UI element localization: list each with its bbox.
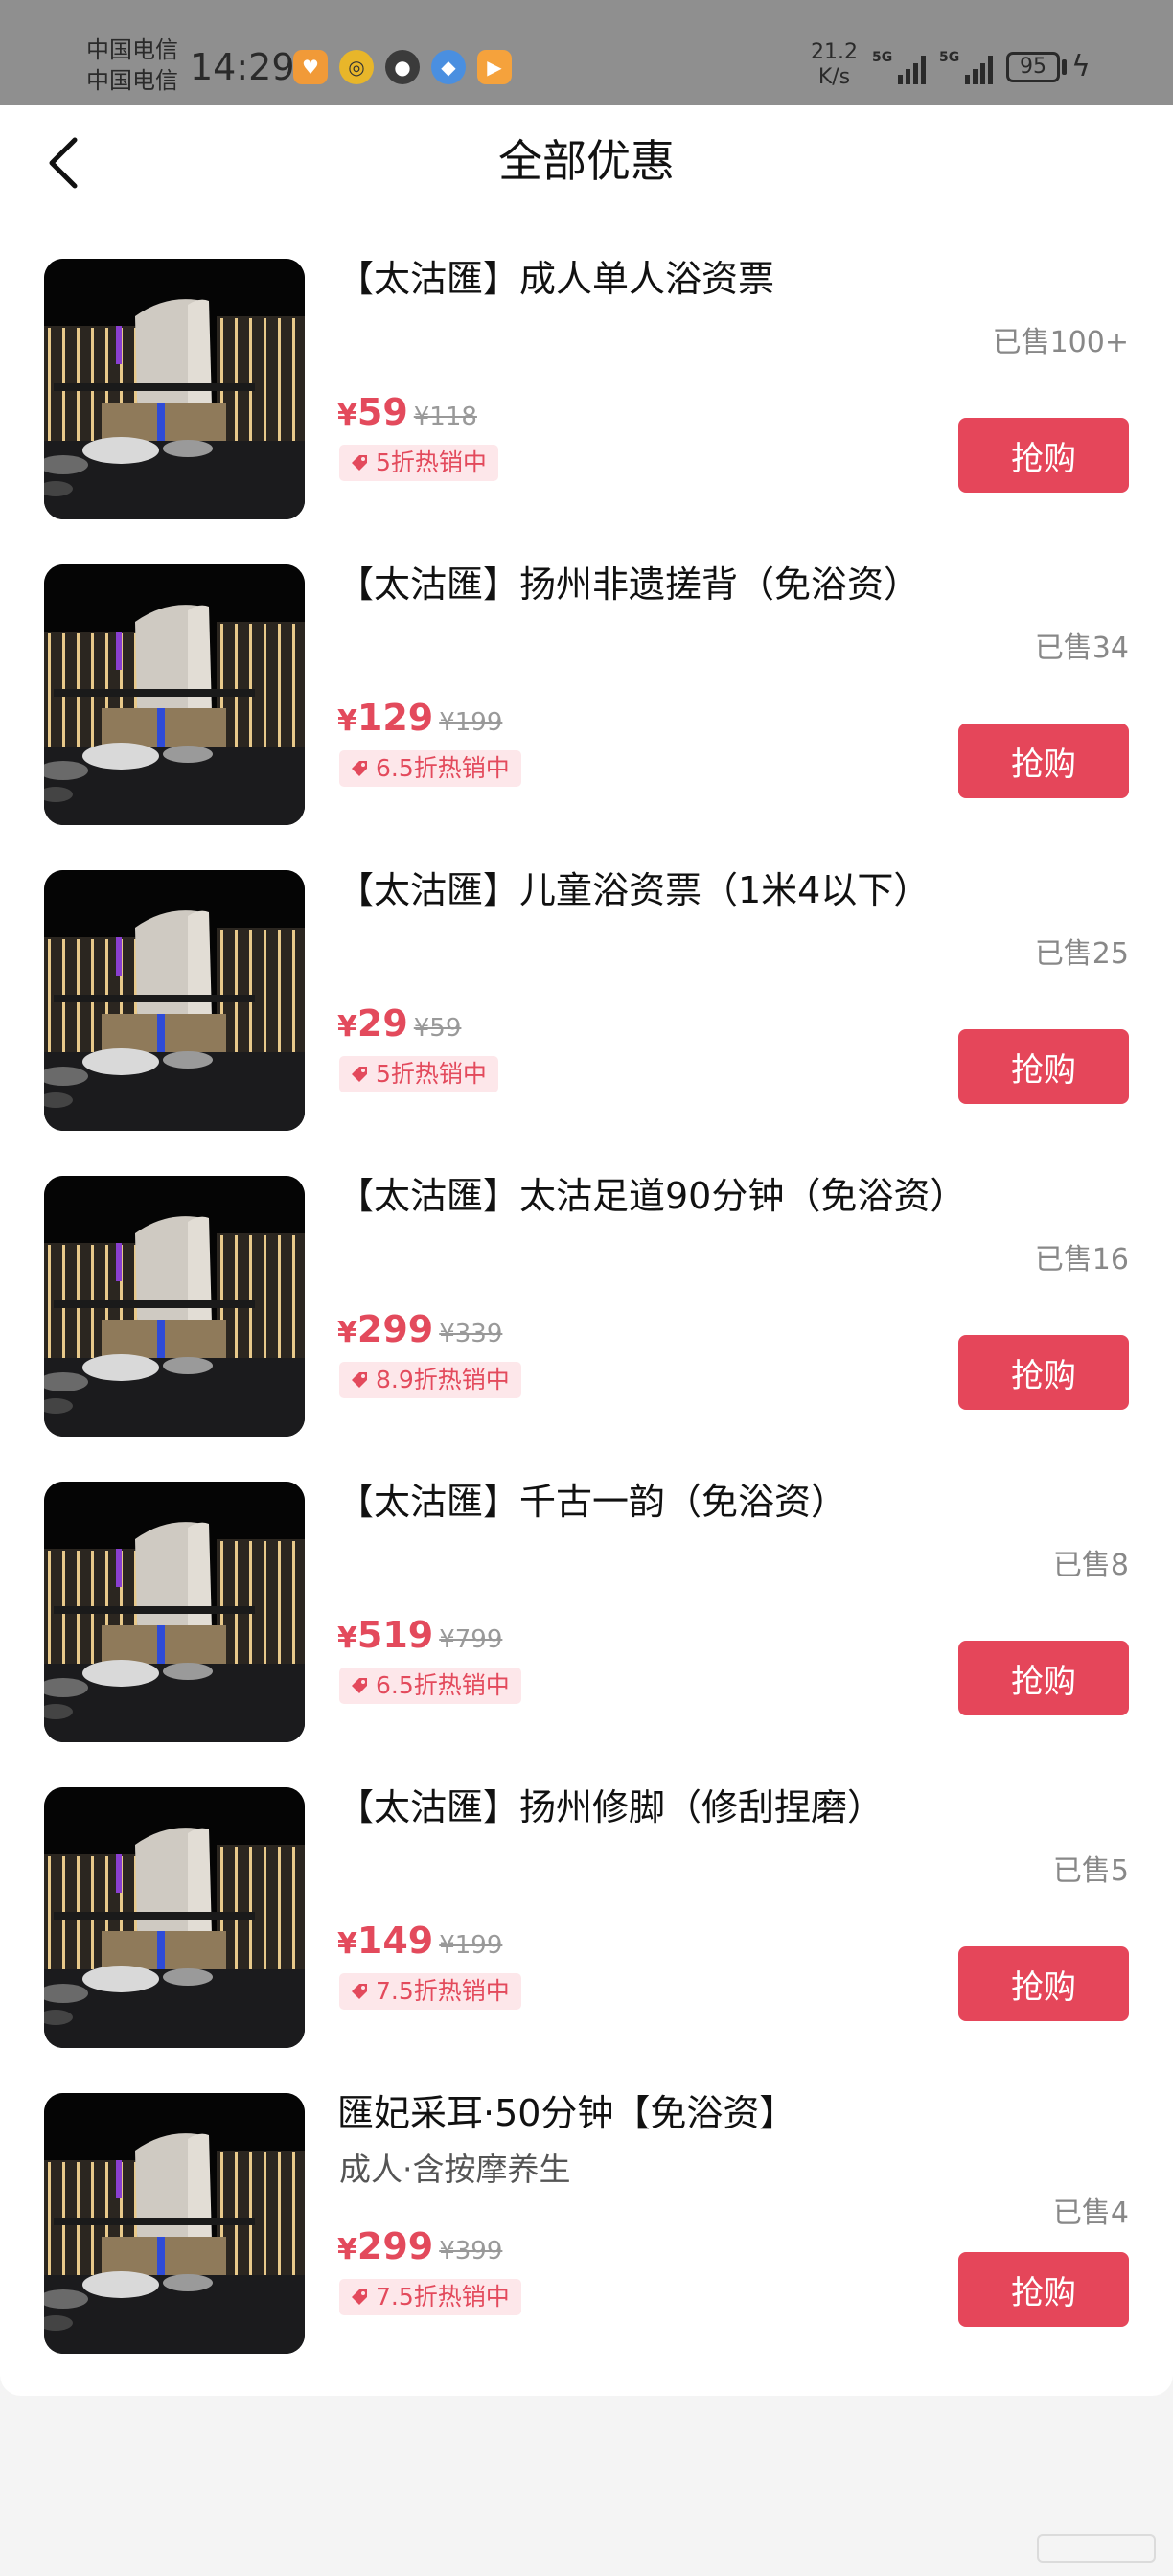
- watermark-logo: [1037, 2534, 1156, 2563]
- price-row: ¥519 ¥799: [337, 1612, 502, 1662]
- sold-count: 已售4: [1052, 2196, 1129, 2230]
- tag-icon: [352, 1984, 367, 1999]
- original-price: ¥118: [413, 402, 477, 431]
- deal-item[interactable]: 【太沽匯】千古一韵（免浴资） 已售8 ¥519 ¥799 6.5折热销中 抢购: [0, 1443, 1173, 1749]
- battery-tip: [1062, 59, 1067, 75]
- carrier-1: 中国电信: [86, 36, 178, 63]
- price-row: ¥29 ¥59: [337, 1000, 461, 1050]
- deal-title: 【太沽匯】扬州非遗搓背（免浴资）: [337, 564, 921, 606]
- carrier-info: 中国电信 中国电信: [86, 34, 178, 96]
- deal-item[interactable]: 匯妃采耳·50分钟【免浴资】 成人·含按摩养生 已售4 ¥299 ¥399 7.…: [0, 2055, 1173, 2360]
- hotel-thumbnail: [44, 1787, 305, 2048]
- page-background: [0, 2396, 1173, 2576]
- browser-app-icon: ◆: [431, 50, 466, 84]
- signal-icon: 5G: [872, 50, 927, 84]
- buy-button[interactable]: 抢购: [958, 724, 1129, 798]
- discount-badge: 7.5折热销中: [339, 1973, 521, 2010]
- deal-subtitle: 成人·含按摩养生: [339, 2150, 571, 2188]
- deal-item[interactable]: 【太沽匯】儿童浴资票（1米4以下） 已售25 ¥29 ¥59 5折热销中 抢购: [0, 832, 1173, 1138]
- price-row: ¥299 ¥339: [337, 1306, 502, 1356]
- original-price: ¥199: [439, 1931, 503, 1960]
- hotel-thumbnail: [44, 1482, 305, 1742]
- hotel-thumbnail: [44, 2093, 305, 2354]
- tag-icon: [352, 455, 367, 471]
- discount-badge: 5折热销中: [339, 445, 498, 481]
- carrier-2: 中国电信: [86, 67, 178, 94]
- current-price: ¥59: [337, 391, 408, 433]
- network-speed: 21.2 K/s: [811, 40, 858, 89]
- current-price: ¥129: [337, 697, 434, 739]
- tag-icon: [352, 2289, 367, 2305]
- original-price: ¥399: [439, 2237, 503, 2266]
- deal-title: 【太沽匯】扬州修脚（修刮捏磨）: [337, 1786, 885, 1828]
- sold-count: 已售34: [1034, 632, 1129, 665]
- buy-button[interactable]: 抢购: [958, 1641, 1129, 1715]
- deal-item[interactable]: 【太沽匯】扬州修脚（修刮捏磨） 已售5 ¥149 ¥199 7.5折热销中 抢购: [0, 1749, 1173, 2055]
- page-title: 全部优惠: [498, 135, 675, 187]
- current-price: ¥299: [337, 1308, 434, 1350]
- deal-list: 【太沽匯】成人单人浴资票 已售100+ ¥59 ¥118 5折热销中 抢购 【太…: [0, 220, 1173, 2396]
- discount-badge: 7.5折热销中: [339, 2279, 521, 2315]
- original-price: ¥799: [439, 1625, 503, 1654]
- buy-button[interactable]: 抢购: [958, 1946, 1129, 2021]
- status-time: 14:29: [190, 46, 295, 88]
- tag-icon: [352, 1067, 367, 1082]
- price-row: ¥299 ¥399: [337, 2223, 502, 2273]
- signal-icon-2: 5G: [939, 50, 994, 84]
- buy-button[interactable]: 抢购: [958, 418, 1129, 493]
- discount-badge: 6.5折热销中: [339, 750, 521, 787]
- tag-icon: [352, 1372, 367, 1388]
- deal-item[interactable]: 【太沽匯】扬州非遗搓背（免浴资） 已售34 ¥129 ¥199 6.5折热销中 …: [0, 526, 1173, 832]
- hotel-thumbnail: [44, 564, 305, 825]
- deal-title: 【太沽匯】成人单人浴资票: [337, 258, 775, 300]
- page-header: 全部优惠: [0, 105, 1173, 220]
- message-app-icon: ●: [385, 50, 420, 84]
- current-price: ¥149: [337, 1920, 434, 1962]
- original-price: ¥59: [413, 1014, 462, 1043]
- deal-item[interactable]: 【太沽匯】太沽足道90分钟（免浴资） 已售16 ¥299 ¥339 8.9折热销…: [0, 1138, 1173, 1443]
- price-row: ¥149 ¥199: [337, 1918, 502, 1967]
- sold-count: 已售100+: [992, 326, 1129, 359]
- discount-badge: 8.9折热销中: [339, 1362, 521, 1398]
- deal-title: 匯妃采耳·50分钟【免浴资】: [337, 2092, 796, 2134]
- hotel-thumbnail: [44, 870, 305, 1131]
- deal-title: 【太沽匯】太沽足道90分钟（免浴资）: [337, 1175, 967, 1217]
- charging-icon: ϟ: [1071, 50, 1091, 83]
- deal-title: 【太沽匯】千古一韵（免浴资）: [337, 1481, 848, 1523]
- hotel-thumbnail: [44, 1176, 305, 1437]
- sold-count: 已售16: [1034, 1243, 1129, 1276]
- tag-icon: [352, 761, 367, 776]
- sold-count: 已售8: [1052, 1549, 1129, 1582]
- current-price: ¥29: [337, 1002, 408, 1045]
- current-price: ¥519: [337, 1614, 434, 1656]
- current-price: ¥299: [337, 2225, 434, 2267]
- battery-icon: 95: [1006, 52, 1060, 82]
- buy-button[interactable]: 抢购: [958, 2252, 1129, 2327]
- original-price: ¥339: [439, 1320, 503, 1348]
- discount-badge: 5折热销中: [339, 1056, 498, 1092]
- game-app-icon: ◎: [339, 50, 374, 84]
- buy-button[interactable]: 抢购: [958, 1335, 1129, 1410]
- original-price: ¥199: [439, 708, 503, 737]
- deal-title: 【太沽匯】儿童浴资票（1米4以下）: [337, 869, 931, 911]
- sold-count: 已售25: [1034, 937, 1129, 971]
- discount-badge: 6.5折热销中: [339, 1668, 521, 1704]
- price-row: ¥59 ¥118: [337, 389, 477, 439]
- sold-count: 已售5: [1052, 1854, 1129, 1888]
- deal-item[interactable]: 【太沽匯】成人单人浴资票 已售100+ ¥59 ¥118 5折热销中 抢购: [0, 220, 1173, 526]
- heart-app-icon: ♥: [293, 50, 328, 84]
- notification-icons: ♥ ◎ ● ◆ ▶: [293, 50, 512, 84]
- status-bar: 中国电信 中国电信 14:29 ♥ ◎ ● ◆ ▶ 21.2 K/s 5G 5G…: [0, 0, 1173, 105]
- play-app-icon: ▶: [477, 50, 512, 84]
- buy-button[interactable]: 抢购: [958, 1029, 1129, 1104]
- price-row: ¥129 ¥199: [337, 695, 502, 745]
- tag-icon: [352, 1678, 367, 1693]
- hotel-thumbnail: [44, 259, 305, 519]
